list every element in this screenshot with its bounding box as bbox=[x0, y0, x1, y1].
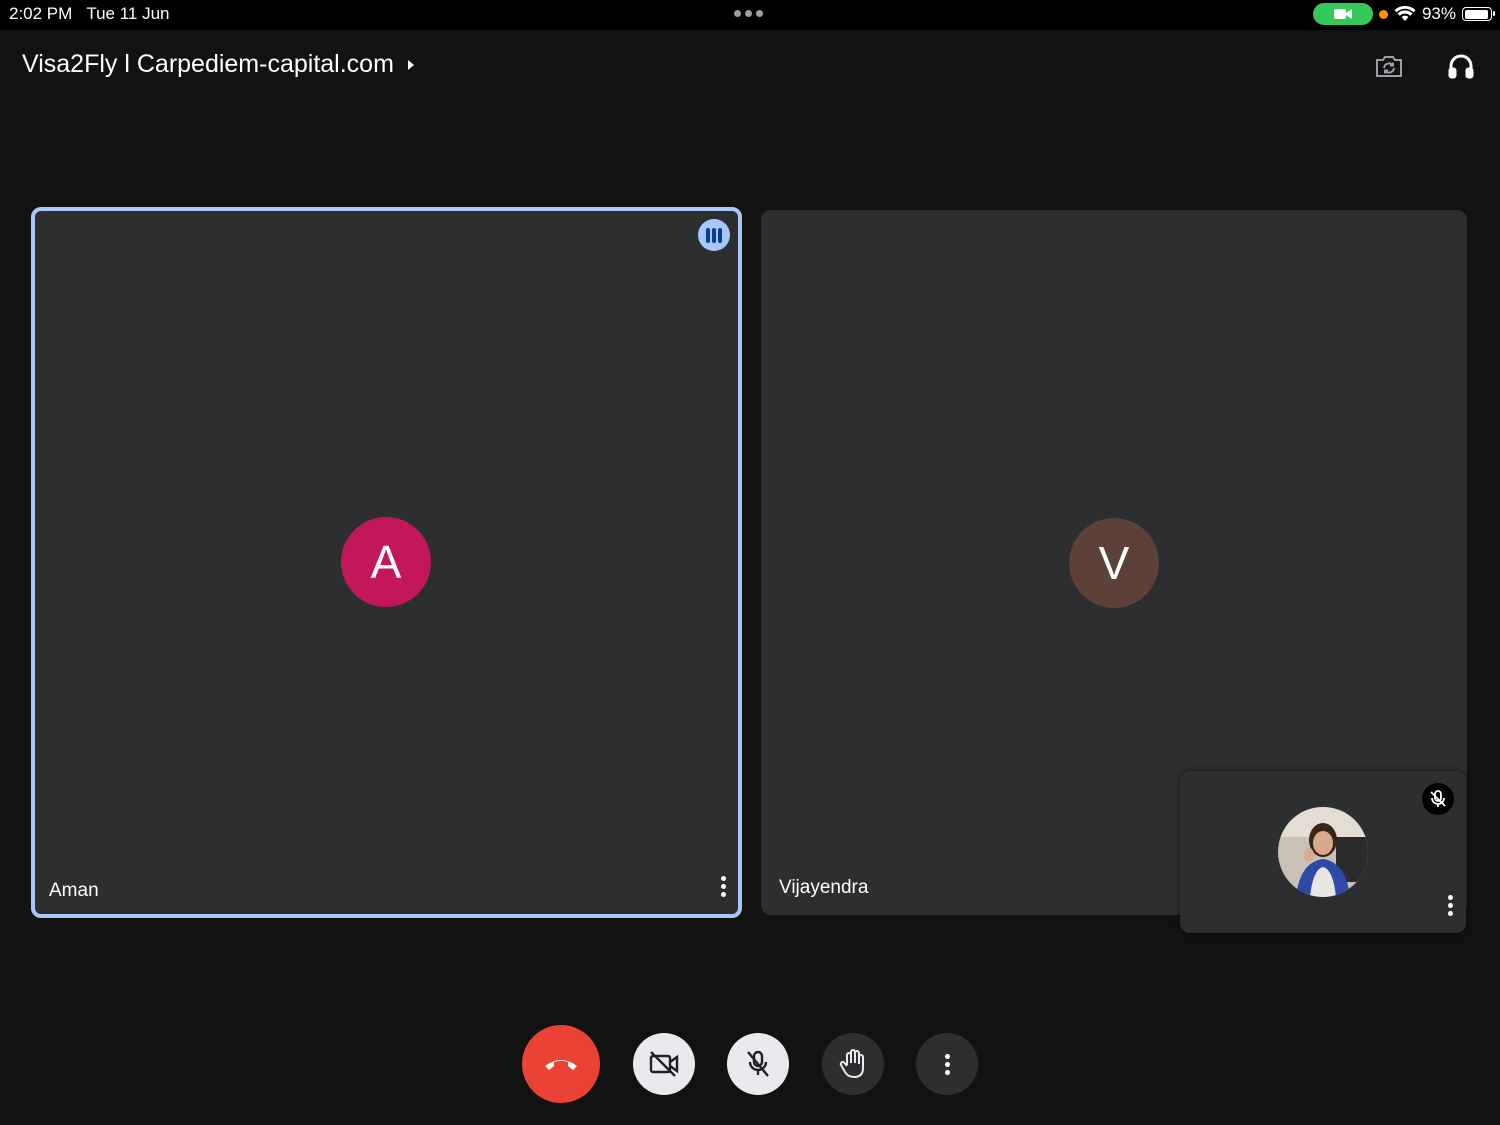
status-right: 93% bbox=[1312, 3, 1495, 25]
hand-icon bbox=[839, 1049, 864, 1079]
more-options-button[interactable] bbox=[916, 1033, 978, 1095]
status-bar: 2:02 PM Tue 11 Jun 93% bbox=[0, 0, 1500, 30]
call-end-icon bbox=[545, 1060, 577, 1070]
self-view-tile[interactable] bbox=[1180, 771, 1466, 933]
avatar: A bbox=[341, 517, 431, 607]
status-date: Tue 11 Jun bbox=[86, 4, 170, 23]
camera-toggle-button[interactable] bbox=[633, 1033, 695, 1095]
microphone-toggle-button[interactable] bbox=[727, 1033, 789, 1095]
more-vert-icon bbox=[937, 1050, 957, 1078]
end-call-button[interactable] bbox=[522, 1025, 600, 1103]
mic-off-icon bbox=[1422, 783, 1454, 815]
battery-icon bbox=[1462, 7, 1495, 21]
participant-tile-aman[interactable]: A Aman bbox=[31, 207, 742, 918]
meeting-title[interactable]: Visa2Fly l Carpediem-capital.com bbox=[22, 50, 416, 79]
videocam-off-icon bbox=[649, 1051, 679, 1077]
participant-name: Vijayendra bbox=[779, 877, 869, 898]
chevron-right-icon bbox=[407, 59, 414, 70]
call-controls bbox=[0, 1025, 1500, 1105]
multitasking-dots-icon[interactable] bbox=[734, 10, 763, 17]
privacy-dot-icon bbox=[1378, 9, 1388, 19]
self-avatar-photo bbox=[1278, 807, 1368, 897]
more-vert-icon[interactable] bbox=[1440, 891, 1460, 919]
speaking-indicator-icon bbox=[698, 219, 730, 251]
meeting-title-text: Visa2Fly l Carpediem-capital.com bbox=[22, 50, 394, 78]
videocam-icon bbox=[1333, 9, 1352, 19]
wifi-icon bbox=[1394, 6, 1416, 21]
mic-off-icon bbox=[747, 1050, 769, 1077]
status-left: 2:02 PM Tue 11 Jun bbox=[9, 4, 169, 24]
more-vert-icon[interactable] bbox=[713, 872, 733, 900]
switch-camera-icon[interactable] bbox=[1373, 50, 1405, 82]
camera-in-use-indicator[interactable] bbox=[1312, 3, 1373, 25]
avatar: V bbox=[1069, 518, 1159, 608]
status-time: 2:02 PM bbox=[9, 4, 73, 23]
headphones-icon[interactable] bbox=[1445, 50, 1477, 82]
participant-name: Aman bbox=[49, 880, 99, 901]
raise-hand-button[interactable] bbox=[822, 1033, 884, 1095]
battery-percent: 93% bbox=[1421, 4, 1456, 23]
